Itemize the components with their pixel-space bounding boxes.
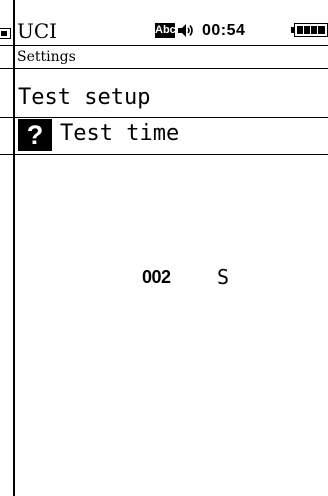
divider [0, 117, 13, 118]
divider [15, 45, 328, 46]
divider [0, 68, 13, 69]
divider [0, 154, 13, 155]
divider [15, 68, 328, 69]
battery-icon [0, 28, 11, 39]
value-number: 002 [142, 267, 171, 287]
app-title: UCI [17, 19, 58, 43]
divider [0, 45, 13, 46]
device-screen: UCI Abc 00:54 Settings Test setup ? Test… [15, 0, 328, 496]
adjacent-screen-edge [0, 0, 15, 496]
keyboard-mode-icon: Abc [155, 23, 176, 38]
speaker-icon [178, 24, 193, 37]
menu-item-test-time[interactable]: ? Test time [15, 115, 328, 153]
menu-item-test-setup[interactable]: Test setup [15, 79, 328, 117]
question-icon: ? [18, 119, 52, 151]
clock: 00:54 [202, 22, 246, 39]
status-bar: UCI Abc 00:54 [15, 18, 328, 44]
divider [15, 154, 328, 155]
breadcrumb: Settings [17, 49, 76, 65]
menu-item-label: Test time [60, 121, 180, 146]
menu-item-label: Test setup [18, 85, 151, 110]
value-display[interactable]: 002 S [15, 258, 328, 298]
value-unit: S [217, 265, 230, 289]
battery-icon [291, 23, 328, 37]
